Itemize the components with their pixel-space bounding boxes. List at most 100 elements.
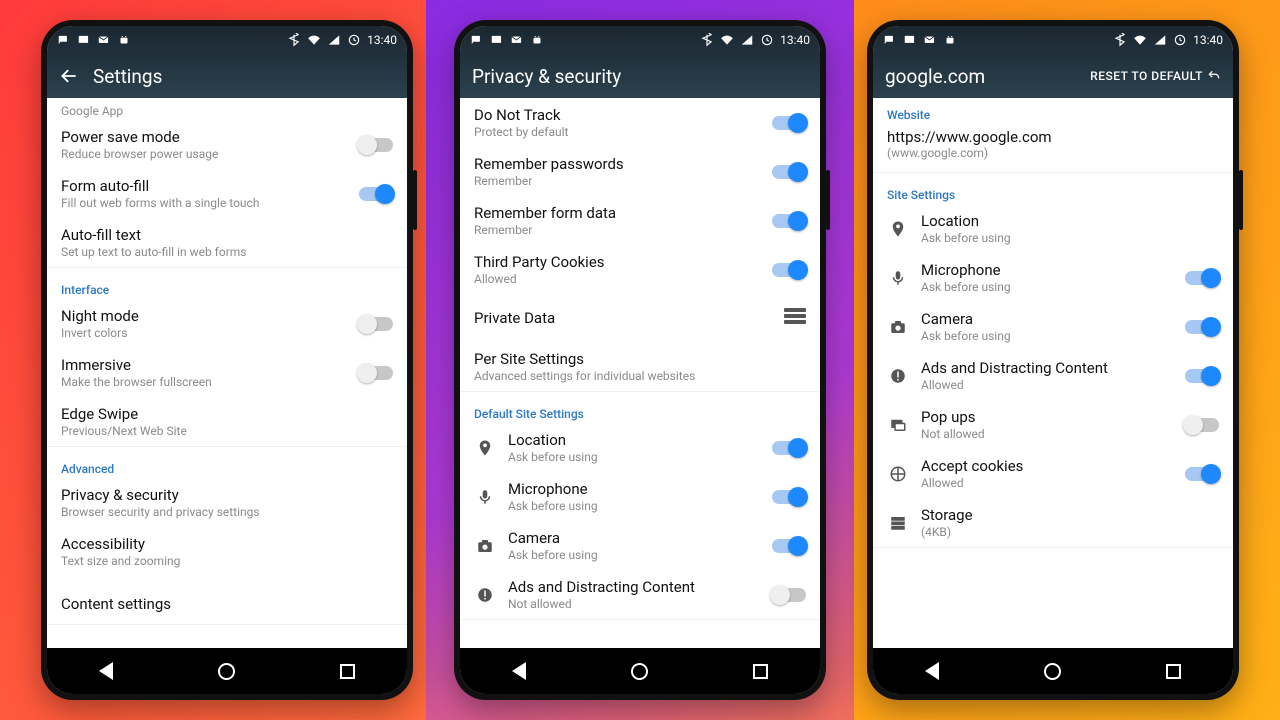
toggle[interactable] bbox=[772, 165, 806, 179]
image-icon bbox=[903, 33, 917, 47]
setting-do-not-track[interactable]: Do Not TrackProtect by default bbox=[460, 98, 820, 147]
mail-icon bbox=[923, 33, 937, 47]
section-label-interface: Interface bbox=[47, 273, 407, 299]
setting-privacy-security[interactable]: Privacy & securityBrowser security and p… bbox=[47, 478, 407, 527]
setting-private-data[interactable]: Private Data bbox=[460, 294, 820, 342]
bluetooth-icon bbox=[1113, 33, 1127, 47]
site-storage[interactable]: Storage(4KB) bbox=[873, 498, 1233, 547]
setting-autofill-text[interactable]: Auto-fill text Set up text to auto-fill … bbox=[47, 218, 407, 267]
toggle[interactable] bbox=[772, 116, 806, 130]
nav-back-icon[interactable] bbox=[99, 662, 113, 680]
mic-icon bbox=[887, 269, 909, 287]
status-time: 13:40 bbox=[367, 33, 397, 47]
status-bar: 13:40 bbox=[873, 26, 1233, 54]
toggle[interactable] bbox=[359, 366, 393, 380]
setting-accessibility[interactable]: AccessibilityText size and zooming bbox=[47, 527, 407, 576]
website-url-row[interactable]: https://www.google.com (www.google.com) bbox=[873, 124, 1233, 172]
chat-icon bbox=[470, 33, 484, 47]
signal-icon bbox=[740, 33, 754, 47]
toggle[interactable] bbox=[1185, 271, 1219, 285]
title-bar: google.com RESET TO DEFAULT bbox=[873, 54, 1233, 98]
sync-icon bbox=[347, 33, 361, 47]
setting-form-autofill[interactable]: Form auto-fill Fill out web forms with a… bbox=[47, 169, 407, 218]
nav-back-icon[interactable] bbox=[512, 662, 526, 680]
toggle[interactable] bbox=[1185, 467, 1219, 481]
setting-per-site[interactable]: Per Site SettingsAdvanced settings for i… bbox=[460, 342, 820, 391]
back-icon[interactable] bbox=[59, 66, 79, 86]
toggle[interactable] bbox=[772, 214, 806, 228]
android-icon bbox=[943, 33, 957, 47]
status-bar: 13:40 bbox=[460, 26, 820, 54]
phone-site-settings: 13:40 google.com RESET TO DEFAULT Websit… bbox=[867, 20, 1239, 700]
status-bar: 13:40 bbox=[47, 26, 407, 54]
default-camera[interactable]: CameraAsk before using bbox=[460, 521, 820, 570]
site-location[interactable]: LocationAsk before using bbox=[873, 204, 1233, 253]
android-nav-bar bbox=[47, 648, 407, 694]
chat-icon bbox=[57, 33, 71, 47]
nav-recent-icon[interactable] bbox=[340, 664, 355, 679]
toggle[interactable] bbox=[772, 263, 806, 277]
storage-icon bbox=[887, 514, 909, 532]
wifi-icon bbox=[1133, 33, 1147, 47]
wifi-icon bbox=[307, 33, 321, 47]
toggle[interactable] bbox=[772, 441, 806, 455]
chat-icon bbox=[883, 33, 897, 47]
signal-icon bbox=[1153, 33, 1167, 47]
page-title: Settings bbox=[93, 65, 162, 88]
sync-icon bbox=[1173, 33, 1187, 47]
setting-immersive[interactable]: ImmersiveMake the browser fullscreen bbox=[47, 348, 407, 397]
nav-home-icon[interactable] bbox=[1044, 663, 1061, 680]
android-nav-bar bbox=[873, 648, 1233, 694]
section-label-site-settings: Site Settings bbox=[873, 178, 1233, 204]
toggle[interactable] bbox=[772, 539, 806, 553]
default-location[interactable]: LocationAsk before using bbox=[460, 423, 820, 472]
status-time: 13:40 bbox=[780, 33, 810, 47]
title-bar: Privacy & security bbox=[460, 54, 820, 98]
image-icon bbox=[77, 33, 91, 47]
toggle[interactable] bbox=[359, 317, 393, 331]
camera-icon bbox=[887, 318, 909, 336]
nav-home-icon[interactable] bbox=[631, 663, 648, 680]
site-popups[interactable]: Pop upsNot allowed bbox=[873, 400, 1233, 449]
nav-home-icon[interactable] bbox=[218, 663, 235, 680]
toggle[interactable] bbox=[359, 138, 393, 152]
bluetooth-icon bbox=[700, 33, 714, 47]
toggle[interactable] bbox=[1185, 320, 1219, 334]
setting-remember-form-data[interactable]: Remember form dataRemember bbox=[460, 196, 820, 245]
nav-recent-icon[interactable] bbox=[1166, 664, 1181, 679]
toggle[interactable] bbox=[1185, 418, 1219, 432]
default-microphone[interactable]: MicrophoneAsk before using bbox=[460, 472, 820, 521]
toggle[interactable] bbox=[359, 187, 393, 201]
setting-edge-swipe[interactable]: Edge SwipePrevious/Next Web Site bbox=[47, 397, 407, 446]
site-cookies[interactable]: Accept cookiesAllowed bbox=[873, 449, 1233, 498]
mail-icon bbox=[97, 33, 111, 47]
page-title: Privacy & security bbox=[472, 65, 621, 88]
reset-to-default-button[interactable]: RESET TO DEFAULT bbox=[1090, 69, 1221, 83]
toggle[interactable] bbox=[1185, 369, 1219, 383]
site-microphone[interactable]: MicrophoneAsk before using bbox=[873, 253, 1233, 302]
setting-third-party-cookies[interactable]: Third Party CookiesAllowed bbox=[460, 245, 820, 294]
list-item[interactable]: Google App bbox=[47, 98, 407, 120]
sync-icon bbox=[760, 33, 774, 47]
section-label-website: Website bbox=[873, 98, 1233, 124]
signal-icon bbox=[327, 33, 341, 47]
phone-privacy: 13:40 Privacy & security Do Not TrackPro… bbox=[454, 20, 826, 700]
alert-icon bbox=[474, 586, 496, 604]
android-icon bbox=[530, 33, 544, 47]
toggle[interactable] bbox=[772, 490, 806, 504]
android-icon bbox=[117, 33, 131, 47]
undo-icon bbox=[1207, 69, 1221, 83]
cookie-icon bbox=[887, 465, 909, 483]
setting-power-save[interactable]: Power save mode Reduce browser power usa… bbox=[47, 120, 407, 169]
site-camera[interactable]: CameraAsk before using bbox=[873, 302, 1233, 351]
camera-icon bbox=[474, 537, 496, 555]
site-ads[interactable]: Ads and Distracting ContentAllowed bbox=[873, 351, 1233, 400]
setting-content-settings[interactable]: Content settings bbox=[47, 576, 407, 624]
nav-recent-icon[interactable] bbox=[753, 664, 768, 679]
setting-remember-passwords[interactable]: Remember passwordsRemember bbox=[460, 147, 820, 196]
status-time: 13:40 bbox=[1193, 33, 1223, 47]
default-ads[interactable]: Ads and Distracting ContentNot allowed bbox=[460, 570, 820, 619]
setting-night-mode[interactable]: Night modeInvert colors bbox=[47, 299, 407, 348]
toggle[interactable] bbox=[772, 588, 806, 602]
nav-back-icon[interactable] bbox=[925, 662, 939, 680]
